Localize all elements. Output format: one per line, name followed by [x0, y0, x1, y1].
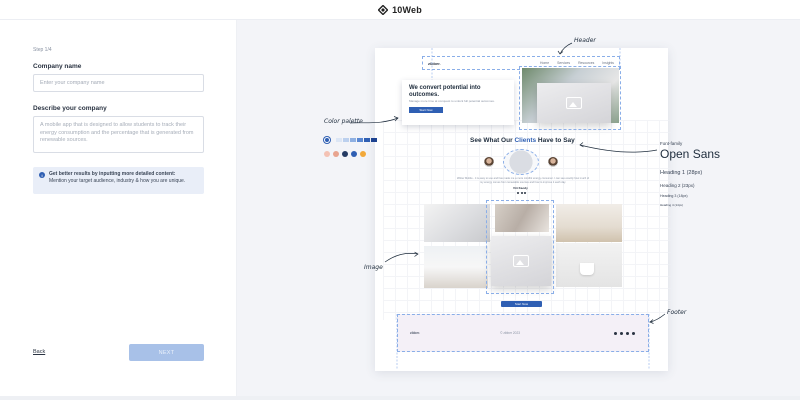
footer-logo: zibber.	[410, 331, 421, 335]
color-swatch[interactable]	[350, 138, 356, 142]
testimonial-author: Viri Kaody	[513, 186, 528, 190]
avatar-placeholder	[503, 149, 539, 175]
heading-2-sample: Heading 2 (23px)	[660, 183, 695, 188]
nav-item: Resources	[578, 61, 595, 65]
title-highlight: Clients	[514, 137, 537, 144]
font-family-label: Font-family	[660, 141, 683, 146]
avatar	[484, 157, 494, 167]
company-name-input[interactable]: Enter your company name	[33, 74, 204, 92]
gallery-photo	[424, 246, 488, 288]
tip-title: Get better results by inputting more det…	[49, 171, 176, 177]
footer-content: zibber. © zibber 2023	[410, 331, 635, 335]
company-name-placeholder: Enter your company name	[40, 80, 105, 86]
brand-name: 10Web	[392, 4, 422, 15]
color-swatch[interactable]	[364, 138, 370, 142]
color-swatch[interactable]	[342, 151, 348, 157]
hero-card: We convert potential into outcomes. Mana…	[402, 80, 514, 125]
color-swatch[interactable]	[360, 151, 366, 157]
describe-company-textarea[interactable]: A mobile app that is designed to allow s…	[33, 116, 204, 153]
footer-annotation: Footer	[667, 309, 687, 316]
bottom-strip	[0, 396, 800, 400]
cup-shape	[580, 263, 594, 275]
step-indicator: Step 1/4	[33, 47, 52, 53]
testimonials-title: See What Our Clients Have to Say	[470, 137, 575, 144]
carousel-dots	[517, 192, 526, 194]
font-info: Font-family Open Sans Heading 1 (28px) H…	[660, 141, 720, 207]
tip-body: Mention your target audience, industry &…	[49, 178, 186, 184]
nav-item: Home	[540, 61, 550, 65]
title-start: See What Our	[470, 137, 515, 144]
font-family-name: Open Sans	[660, 147, 721, 161]
palette-row-accents	[324, 151, 366, 157]
nav-item: Services	[557, 61, 571, 65]
color-swatch[interactable]	[333, 151, 339, 157]
avatar	[548, 157, 558, 167]
color-swatch[interactable]	[371, 138, 377, 142]
preview-logo: zibber.	[428, 60, 441, 66]
color-swatch[interactable]	[357, 138, 363, 142]
palette-check-icon	[324, 137, 330, 143]
hero-text: Manage more time at conquest to unlock f…	[409, 99, 495, 103]
cta-start-button: Start Now	[501, 301, 542, 307]
palette-row-blues	[336, 138, 377, 142]
describe-company-label: Describe your company	[33, 105, 107, 112]
color-swatch[interactable]	[324, 151, 330, 157]
gallery-photo	[556, 204, 622, 242]
nav-item: Insights	[602, 61, 614, 65]
header-annotation: Header	[574, 37, 596, 44]
footer-social-icons	[614, 331, 635, 335]
heading-3-sample: Heading 3 (18px)	[660, 194, 688, 198]
testimonial-quote: Zibber Mobile - it is easy to use and ha…	[456, 177, 590, 184]
color-swatch[interactable]	[336, 138, 342, 142]
gallery-image-outline	[486, 200, 554, 294]
title-end: Have to Say	[536, 137, 575, 144]
form-panel: Step 1/4 Company name Enter your company…	[0, 20, 237, 396]
top-bar: 10Web	[0, 0, 800, 20]
diamond-logo-icon	[378, 4, 389, 15]
heading-1-sample: Heading 1 (28px)	[660, 170, 703, 176]
gallery-photo	[424, 204, 490, 242]
color-swatch[interactable]	[343, 138, 349, 142]
describe-company-placeholder: A mobile app that is designed to allow s…	[40, 122, 194, 143]
company-name-label: Company name	[33, 63, 82, 70]
info-icon: i	[39, 172, 45, 178]
hero-image-outline	[519, 66, 621, 130]
hero-start-button: Start Now	[409, 106, 443, 113]
hero-heading: We convert potential into outcomes.	[409, 85, 481, 98]
footer-copyright: © zibber 2023	[500, 331, 521, 335]
tip-box: i Get better results by inputting more d…	[33, 167, 204, 194]
color-palette-annotation: Color palette	[324, 118, 363, 125]
back-link[interactable]: Back	[33, 349, 45, 355]
color-swatch[interactable]	[351, 151, 357, 157]
heading-4-sample: Heading 4 (14px)	[660, 203, 684, 207]
preview-nav: Home Services Resources Insights	[540, 61, 614, 65]
next-button[interactable]: NEXT	[129, 344, 204, 361]
preview-footer: zibber. © zibber 2023	[397, 314, 649, 352]
image-annotation: Image	[364, 264, 383, 271]
